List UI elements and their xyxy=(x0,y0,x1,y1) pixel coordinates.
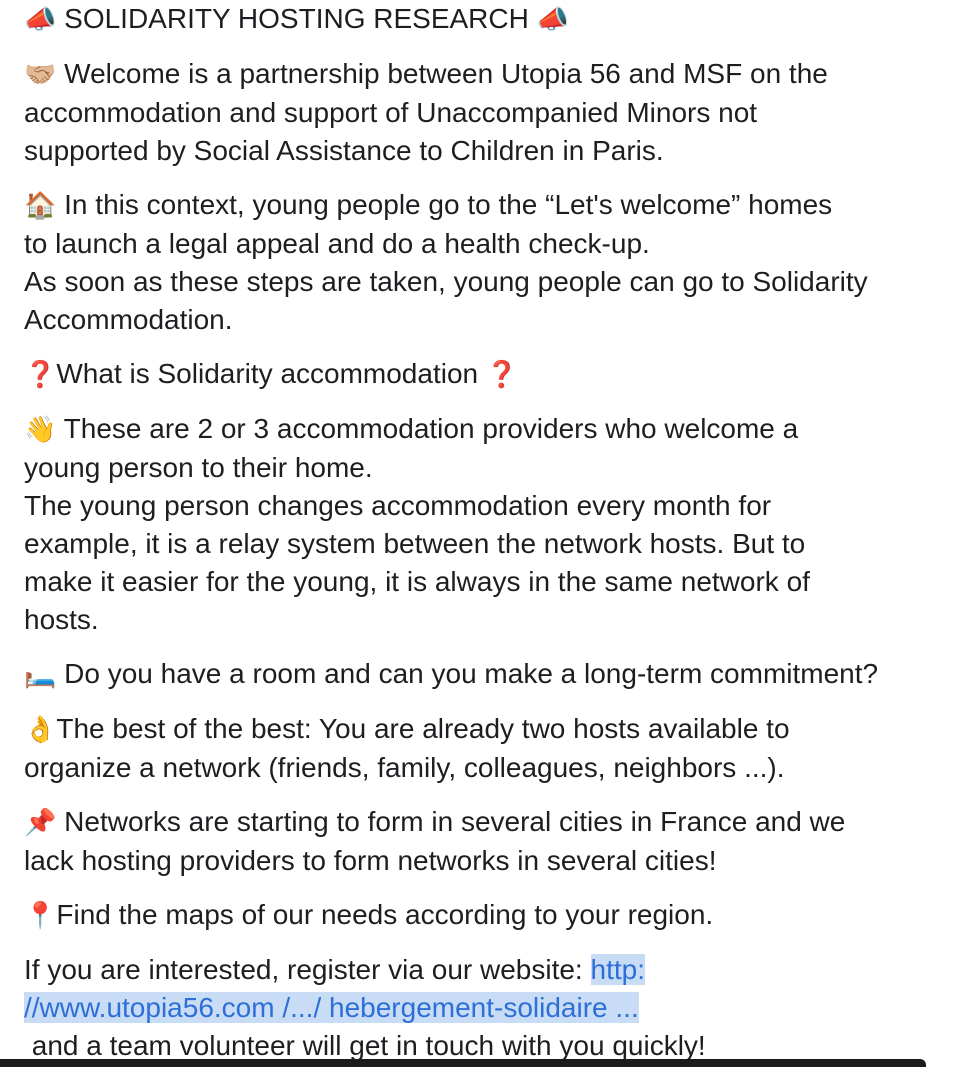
text-line: As soon as these steps are taken, young … xyxy=(24,266,868,297)
text-line: 📍Find the maps of our needs according to… xyxy=(24,896,968,935)
text-line: make it easier for the young, it is alwa… xyxy=(24,566,810,597)
text-line: to launch a legal appeal and do a health… xyxy=(24,228,650,259)
paragraph-question: ❓What is Solidarity accommodation ❓ xyxy=(24,355,968,394)
text-line: 🤝🏼 Welcome is a partnership between Utop… xyxy=(24,55,968,94)
paragraph-networks: 📌 Networks are starting to form in sever… xyxy=(24,803,968,880)
text-line: ❓What is Solidarity accommodation ❓ xyxy=(24,355,968,394)
text-line: supported by Social Assistance to Childr… xyxy=(24,135,664,166)
handshake-icon: 🤝🏼 xyxy=(24,60,57,90)
question-mark-icon: ❓ xyxy=(24,360,57,390)
text-line: 📌 Networks are starting to form in sever… xyxy=(24,803,968,842)
text-line: lack hosting providers to form networks … xyxy=(24,845,717,876)
text-line-content: If you are interested, register via our … xyxy=(24,954,591,985)
text-line: //www.utopia56.com /.../ hebergement-sol… xyxy=(24,989,968,1027)
text-line-content: Find the maps of our needs according to … xyxy=(56,899,714,930)
megaphone-icon: 📣 xyxy=(24,5,57,35)
bed-icon: 🛏️ xyxy=(24,660,57,690)
pushpin-icon: 📌 xyxy=(24,808,57,838)
text-line: Accommodation. xyxy=(24,304,233,335)
text-line: 👌The best of the best: You are already t… xyxy=(24,710,968,749)
text-line-content: In this context, young people go to the … xyxy=(64,189,833,220)
text-line: young person to their home. xyxy=(24,452,373,483)
text-line-content: The best of the best: You are already tw… xyxy=(56,713,790,744)
text-line-content: Welcome is a partnership between Utopia … xyxy=(64,58,828,89)
text-line: 👋 These are 2 or 3 accommodation provide… xyxy=(24,410,968,449)
paragraph-partnership: 🤝🏼 Welcome is a partnership between Utop… xyxy=(24,55,968,170)
house-icon: 🏠 xyxy=(24,191,57,221)
paragraph-room: 🛏️ Do you have a room and can you make a… xyxy=(24,655,968,694)
post-title-text: SOLIDARITY HOSTING RESEARCH xyxy=(64,3,529,34)
text-line-content: Do you have a room and can you make a lo… xyxy=(64,658,879,689)
text-line: If you are interested, register via our … xyxy=(24,951,968,989)
paragraph-explanation: 👋 These are 2 or 3 accommodation provide… xyxy=(24,410,968,639)
paragraph-register: If you are interested, register via our … xyxy=(24,951,968,1065)
megaphone-icon: 📣 xyxy=(536,5,569,35)
website-link[interactable]: //www.utopia56.com /.../ hebergement-sol… xyxy=(24,992,639,1023)
text-line-content: Networks are starting to form in several… xyxy=(64,806,846,837)
text-line-content: These are 2 or 3 accommodation providers… xyxy=(63,413,799,444)
text-line: hosts. xyxy=(24,604,99,635)
post-body: 📣 SOLIDARITY HOSTING RESEARCH 📣 🤝🏼 Welco… xyxy=(24,0,968,1081)
text-line: 🏠 In this context, young people go to th… xyxy=(24,186,968,225)
text-line-content: What is Solidarity accommodation xyxy=(56,358,479,389)
website-link[interactable]: http: xyxy=(590,954,645,985)
text-line: accommodation and support of Unaccompani… xyxy=(24,97,758,128)
text-line: organize a network (friends, family, col… xyxy=(24,752,785,783)
bottom-bar xyxy=(0,1059,926,1067)
paragraph-context: 🏠 In this context, young people go to th… xyxy=(24,186,968,339)
text-line: 🛏️ Do you have a room and can you make a… xyxy=(24,655,968,694)
question-mark-icon: ❓ xyxy=(485,360,519,390)
text-line: example, it is a relay system between th… xyxy=(24,528,806,559)
ok-hand-icon: 👌 xyxy=(24,715,57,745)
waving-hand-icon: 👋 xyxy=(24,415,57,445)
text-line: The young person changes accommodation e… xyxy=(24,490,772,521)
round-pushpin-icon: 📍 xyxy=(24,901,57,931)
paragraph-maps: 📍Find the maps of our needs according to… xyxy=(24,896,968,935)
post-title: 📣 SOLIDARITY HOSTING RESEARCH 📣 xyxy=(24,0,968,39)
paragraph-best: 👌The best of the best: You are already t… xyxy=(24,710,968,787)
